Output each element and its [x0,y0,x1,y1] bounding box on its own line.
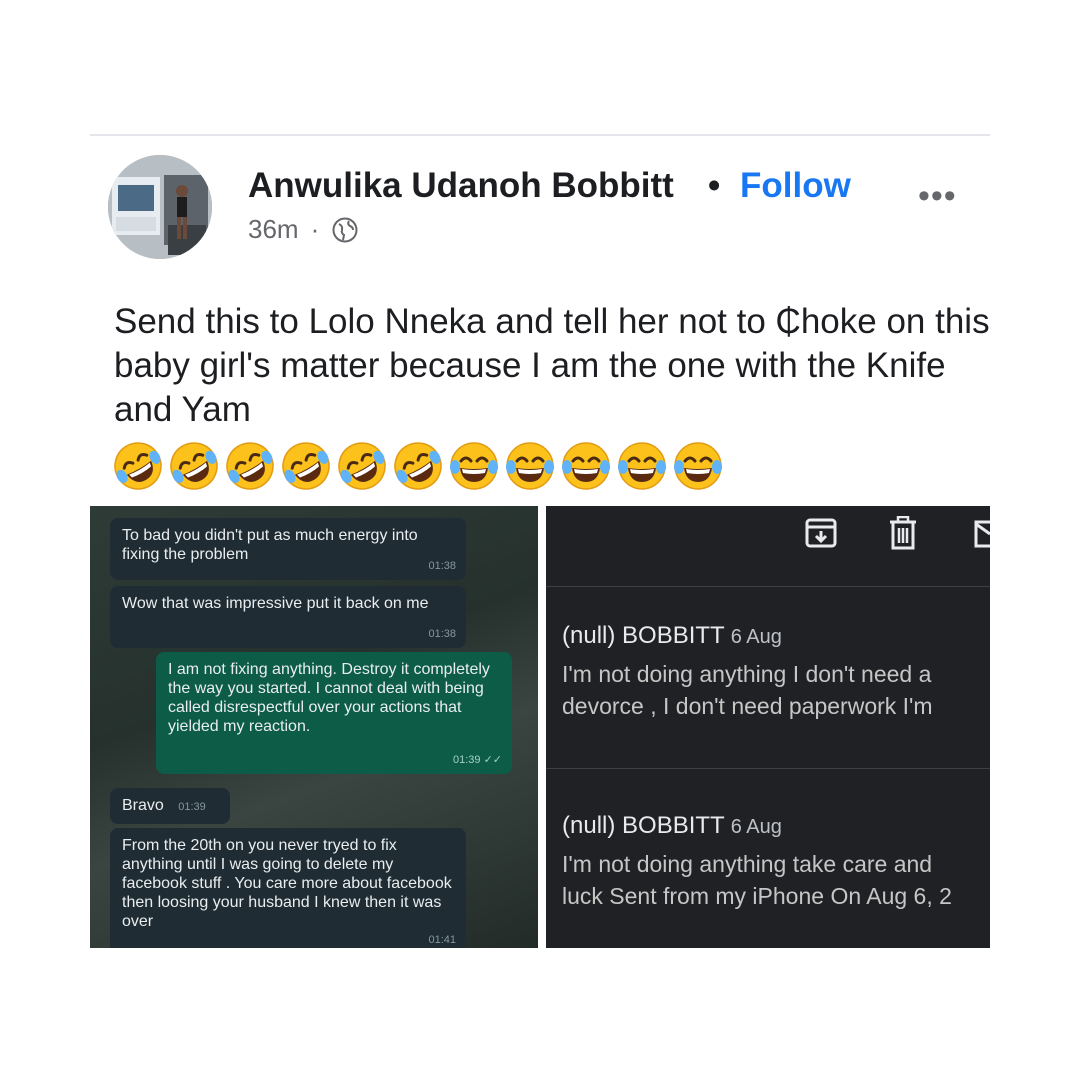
follow-button[interactable]: Follow [740,166,851,206]
archive-icon[interactable] [804,516,838,550]
avatar[interactable] [108,155,212,259]
email-sender-name: (null) BOBBITT [562,812,725,839]
chat-message-text: To bad you didn't put as much energy int… [122,527,418,563]
post-text: Send this to Lolo Nneka and tell her not… [114,302,990,429]
chat-message-time: 01:38 [428,560,456,572]
mail-icon[interactable] [974,516,990,550]
face-with-tears-of-joy-emoji-icon [506,442,554,490]
rolling-on-floor-laughing-emoji-icon [114,442,162,490]
face-with-tears-of-joy-emoji-icon [674,442,722,490]
rolling-on-floor-laughing-emoji-icon [282,442,330,490]
chat-message: From the 20th on you never tryed to fix … [110,828,466,948]
globe-icon [332,217,358,242]
chat-message-text: From the 20th on you never tryed to fix … [122,837,452,930]
email-sender[interactable]: (null) BOBBITT 6 Aug [562,812,782,840]
email-snippet-line: I'm not doing anything I don't need a [562,661,932,687]
email-snippet-line: devorce , I don't need paperwork I'm [562,693,933,719]
email-snippet-line: luck Sent from my iPhone On Aug 6, 2 [562,883,952,909]
chat-message: To bad you didn't put as much energy int… [110,518,466,580]
chat-message-text: Wow that was impressive put it back on m… [122,595,429,612]
chat-message-time: 01:39 [452,754,481,766]
face-with-tears-of-joy-emoji-icon [618,442,666,490]
rolling-on-floor-laughing-emoji-icon [170,442,218,490]
chat-message-time: 01:39 [178,801,206,813]
post-author-name[interactable]: Anwulika Udanoh Bobbitt [248,166,674,206]
more-options-button[interactable]: ••• [918,179,957,213]
email-sender-name: (null) BOBBITT [562,622,725,649]
face-with-tears-of-joy-emoji-icon [450,442,498,490]
email-date: 6 Aug [730,816,782,838]
delete-icon[interactable] [888,516,918,550]
face-with-tears-of-joy-emoji-icon [562,442,610,490]
chat-message-time: 01:38 [428,628,456,640]
read-receipt-icon: ✓✓ [483,754,502,766]
chat-message: Wow that was impressive put it back on m… [110,586,466,648]
email-divider [546,586,990,587]
chat-message-text: Bravo [122,797,164,814]
chat-message-outgoing: I am not fixing anything. Destroy it com… [156,652,512,774]
chat-message-time: 01:41 [428,934,456,946]
top-divider [90,134,990,136]
email-divider [546,768,990,769]
rolling-on-floor-laughing-emoji-icon [394,442,442,490]
post-meta: 36m · [248,214,359,245]
avatar-photo [108,155,212,259]
email-sender[interactable]: (null) BOBBITT 6 Aug [562,622,782,650]
meta-separator: · [310,214,320,244]
chat-message: Bravo 01:39 [110,788,230,824]
rolling-on-floor-laughing-emoji-icon [338,442,386,490]
rolling-on-floor-laughing-emoji-icon [226,442,274,490]
email-screenshot: (null) BOBBITT 6 Aug I'm not doing anythi… [546,506,990,948]
email-snippet-line: I'm not doing anything take care and [562,851,933,877]
post-time[interactable]: 36m [248,214,299,245]
separator-dot: • [708,166,721,205]
chat-screenshot: To bad you didn't put as much energy int… [90,506,538,948]
email-date: 6 Aug [730,626,782,648]
emoji-row [112,440,724,492]
chat-message-text: I am not fixing anything. Destroy it com… [168,661,490,735]
